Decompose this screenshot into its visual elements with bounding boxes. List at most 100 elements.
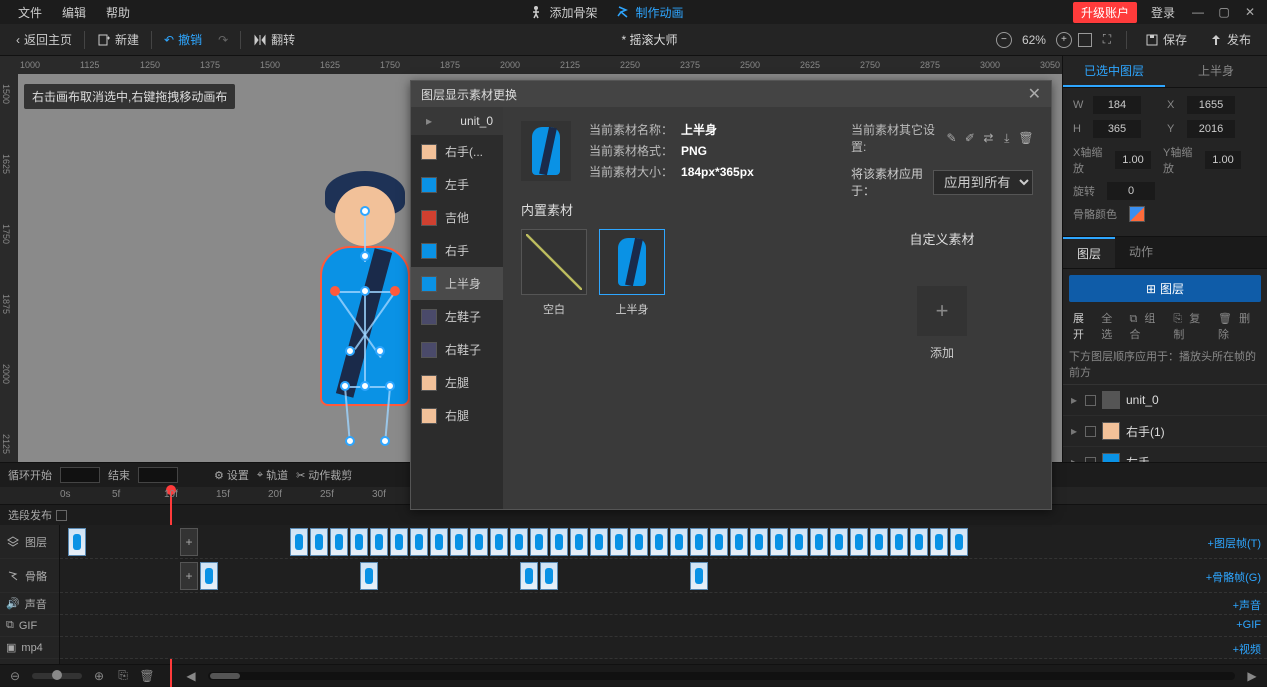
keyframe-thumb[interactable] xyxy=(910,528,928,556)
bone-joint[interactable] xyxy=(345,346,355,356)
settings-button[interactable]: ⚙ 设置 xyxy=(214,467,249,483)
material-torso[interactable]: 上半身 xyxy=(599,229,665,317)
tl-zoom-slider[interactable] xyxy=(52,670,62,680)
minimize-icon[interactable]: — xyxy=(1189,5,1207,19)
add-custom-material[interactable]: + xyxy=(917,286,967,336)
trash-icon[interactable]: 🗑 xyxy=(1019,131,1033,145)
fullscreen-icon[interactable]: ⛶ xyxy=(1098,33,1116,47)
keyframe-thumb[interactable] xyxy=(830,528,848,556)
value-h[interactable]: 365 xyxy=(1093,120,1141,138)
keyframe-thumb[interactable] xyxy=(530,528,548,556)
bone-joint[interactable] xyxy=(360,206,370,216)
value-w[interactable]: 184 xyxy=(1093,96,1141,114)
keyframe-thumb[interactable] xyxy=(770,528,788,556)
tool-group[interactable]: ⧉ 组合 xyxy=(1125,308,1167,344)
paint-icon[interactable]: ✎ xyxy=(945,131,957,145)
keyframe-thumb[interactable] xyxy=(470,528,488,556)
track-mp4[interactable]: +视频 xyxy=(60,637,1267,659)
keyframe-thumb[interactable] xyxy=(520,562,538,590)
new-button[interactable]: 新建 xyxy=(89,31,147,48)
tool-expand[interactable]: 展开 xyxy=(1069,308,1095,344)
tool-selectall[interactable]: 全选 xyxy=(1097,308,1123,344)
keyframe-thumb[interactable] xyxy=(68,528,86,556)
tab-selected-layer[interactable]: 已选中图层 xyxy=(1063,56,1165,87)
track-label-mp4[interactable]: ▣ mp4 xyxy=(0,637,59,659)
keyframe-thumb[interactable] xyxy=(570,528,588,556)
layer-row[interactable]: ▸左手 xyxy=(1063,447,1267,462)
zoom-percent[interactable]: 62% xyxy=(1018,33,1050,47)
keyframe-thumb[interactable] xyxy=(930,528,948,556)
dialog-layer-item[interactable]: 右手 xyxy=(411,234,503,267)
dialog-layer-item[interactable]: 上半身 xyxy=(411,267,503,300)
keyframe-thumb[interactable] xyxy=(810,528,828,556)
layer-row[interactable]: ▸unit_0 xyxy=(1063,385,1267,416)
edit-icon[interactable]: ✐ xyxy=(964,131,976,145)
keyframe-thumb[interactable] xyxy=(730,528,748,556)
value-y[interactable]: 2016 xyxy=(1187,120,1235,138)
dialog-layer-item[interactable]: 右鞋子 xyxy=(411,333,503,366)
dialog-layer-item[interactable]: 左手 xyxy=(411,168,503,201)
midtab-layers[interactable]: 图层 xyxy=(1063,237,1115,268)
layer-visible-checkbox[interactable] xyxy=(1085,457,1096,463)
keyframe-thumb[interactable] xyxy=(870,528,888,556)
keyframe-thumb[interactable] xyxy=(490,528,508,556)
keyframe-thumb[interactable] xyxy=(850,528,868,556)
keyframe-thumb[interactable] xyxy=(790,528,808,556)
keyframe-thumb[interactable] xyxy=(430,528,448,556)
maximize-icon[interactable]: ▢ xyxy=(1215,5,1233,19)
track-label-gif[interactable]: ⧉ GIF xyxy=(0,615,59,637)
keyframe-thumb[interactable] xyxy=(370,528,388,556)
keyframe-thumb[interactable] xyxy=(950,528,968,556)
value-yscale[interactable]: 1.00 xyxy=(1205,151,1241,169)
keyframe-thumb[interactable] xyxy=(630,528,648,556)
publish-button[interactable]: 发布 xyxy=(1201,31,1259,48)
keyframe-thumb[interactable] xyxy=(590,528,608,556)
add-keyframe-icon[interactable]: + xyxy=(180,528,198,556)
keyframe-thumb[interactable] xyxy=(690,562,708,590)
fit-screen-icon[interactable] xyxy=(1078,33,1092,47)
keyframe-thumb[interactable] xyxy=(710,528,728,556)
menu-help[interactable]: 帮助 xyxy=(96,4,140,21)
add-sound-link[interactable]: +声音 xyxy=(1233,597,1261,613)
tl-zoom-in-icon[interactable]: ⊕ xyxy=(92,669,106,683)
keyframe-thumb[interactable] xyxy=(750,528,768,556)
keyframe-thumb[interactable] xyxy=(510,528,528,556)
track-label-layer[interactable]: 图层 xyxy=(0,525,59,559)
flip-button[interactable]: 翻转 xyxy=(245,31,303,48)
tool-delete[interactable]: 🗑 删除 xyxy=(1214,308,1261,344)
bone-joint[interactable] xyxy=(340,381,350,391)
add-layer-frame-link[interactable]: +图层帧(T) xyxy=(1208,535,1261,551)
material-blank[interactable]: 空白 xyxy=(521,229,587,317)
keyframe-thumb[interactable] xyxy=(310,528,328,556)
bone-joint[interactable] xyxy=(330,286,340,296)
keyframe-thumb[interactable] xyxy=(290,528,308,556)
track-layer[interactable]: +图层帧(T) + xyxy=(60,525,1267,559)
keyframe-thumb[interactable] xyxy=(330,528,348,556)
track-gif[interactable]: +GIF xyxy=(60,615,1267,637)
add-keyframe-icon[interactable]: + xyxy=(180,562,198,590)
layer-row[interactable]: ▸右手(1) xyxy=(1063,416,1267,447)
add-bone-frame-link[interactable]: +骨骼帧(G) xyxy=(1206,569,1261,585)
tl-scroll-left-icon[interactable]: ◀ xyxy=(184,669,198,683)
dialog-layer-item[interactable]: 右手(... xyxy=(411,135,503,168)
close-icon[interactable]: ✕ xyxy=(1241,5,1259,19)
login-link[interactable]: 登录 xyxy=(1145,4,1181,21)
dialog-layer-item[interactable]: 左腿 xyxy=(411,366,503,399)
bone-joint[interactable] xyxy=(385,381,395,391)
keyframe-thumb[interactable] xyxy=(410,528,428,556)
seg-publish-checkbox[interactable] xyxy=(56,510,67,521)
apply-to-select[interactable]: 应用到所有 xyxy=(933,170,1033,195)
bone-color-swatch[interactable] xyxy=(1129,206,1145,222)
swap-icon[interactable]: ⇄ xyxy=(982,131,994,145)
loop-start-input[interactable] xyxy=(60,467,100,483)
add-layer-button[interactable]: ⊞ 图层 xyxy=(1069,275,1261,302)
keyframe-thumb[interactable] xyxy=(690,528,708,556)
track-label-sound[interactable]: 🔊 声音 xyxy=(0,593,59,615)
bone-joint[interactable] xyxy=(390,286,400,296)
keyframe-thumb[interactable] xyxy=(450,528,468,556)
upgrade-button[interactable]: 升级账户 xyxy=(1073,2,1137,23)
bone-joint[interactable] xyxy=(345,436,355,446)
layer-visible-checkbox[interactable] xyxy=(1085,395,1096,406)
menu-file[interactable]: 文件 xyxy=(8,4,52,21)
keyframe-thumb[interactable] xyxy=(670,528,688,556)
